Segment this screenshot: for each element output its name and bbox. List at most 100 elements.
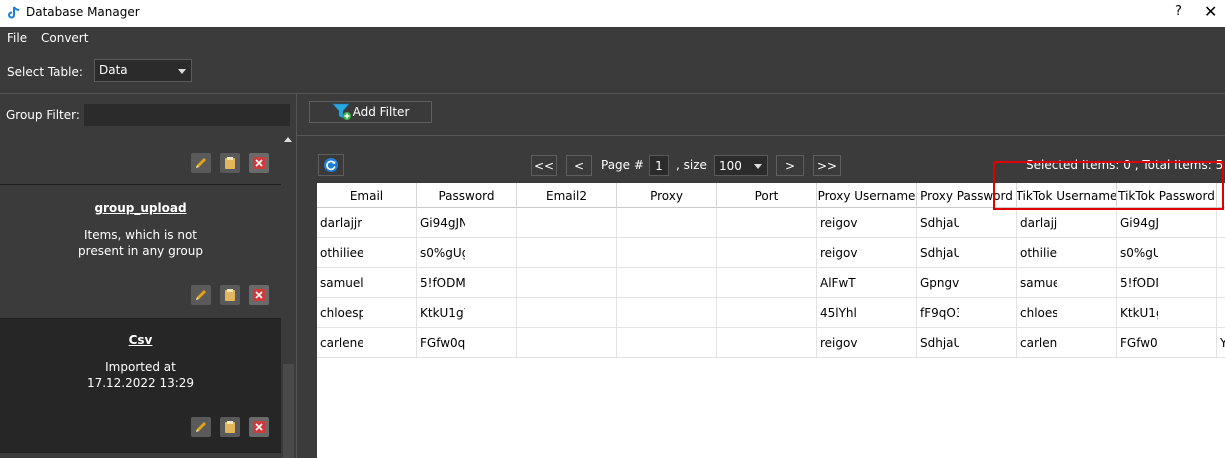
table-cell[interactable] [1217, 208, 1225, 238]
table-row[interactable]: chloesp KtkU1g7 45lYhl fF9qO3 chloes KtkU1g [317, 298, 1225, 328]
column-header[interactable]: Email [317, 183, 417, 208]
group-card-group-upload[interactable]: group_upload Items, which is not present… [0, 185, 281, 319]
clipboard-button[interactable] [220, 417, 240, 437]
menu-convert[interactable]: Convert [41, 31, 88, 45]
first-page-button[interactable]: << [531, 155, 557, 176]
table-cell[interactable] [517, 328, 617, 358]
group-name: group_upload [94, 201, 187, 215]
table-cell[interactable] [717, 328, 817, 358]
table-cell[interactable] [617, 238, 717, 268]
table-cell[interactable]: samuel [317, 268, 417, 298]
panel-divider[interactable] [296, 94, 297, 458]
table-row[interactable]: darlajjr Gi94gJN reigov SdhjaU darlajj Gi94gJ [317, 208, 1225, 238]
table-cell[interactable]: KtkU1g7 [417, 298, 517, 328]
table-cell[interactable] [517, 268, 617, 298]
select-table-dropdown[interactable]: Data [94, 59, 192, 82]
column-header[interactable]: Email2 [517, 183, 617, 208]
table-cell[interactable] [517, 298, 617, 328]
clipboard-button[interactable] [220, 153, 240, 173]
pencil-icon [196, 158, 206, 168]
prev-page-button[interactable]: < [566, 155, 592, 176]
table-cell[interactable]: carlen [1017, 328, 1117, 358]
delete-button[interactable] [249, 417, 269, 437]
group-card[interactable] [0, 134, 281, 185]
table-cell[interactable] [717, 298, 817, 328]
table-cell[interactable] [617, 268, 717, 298]
close-button[interactable]: ✕ [1204, 2, 1217, 21]
table-cell[interactable] [617, 208, 717, 238]
column-header[interactable]: Password [417, 183, 517, 208]
table-cell[interactable]: Gpngvx [917, 268, 1017, 298]
table-cell[interactable]: FGfw0q [417, 328, 517, 358]
add-filter-button[interactable]: Add Filter [309, 101, 432, 123]
page-size-dropdown[interactable]: 100 [714, 155, 768, 176]
table-cell[interactable]: othiliee [1017, 238, 1117, 268]
table-cell[interactable]: reigov [817, 238, 917, 268]
table-cell[interactable]: reigov [817, 208, 917, 238]
cell-value: 5!fODM [1120, 276, 1158, 290]
table-cell[interactable]: samue [1017, 268, 1117, 298]
help-button[interactable]: ? [1175, 4, 1182, 19]
cell-value: chloes [1020, 306, 1057, 320]
menu-bar: File Convert [0, 27, 1225, 49]
table-cell[interactable] [717, 208, 817, 238]
scrollbar-thumb[interactable] [283, 364, 294, 458]
table-cell[interactable]: SdhjaU [917, 208, 1017, 238]
select-table-value: Data [99, 63, 128, 77]
table-row[interactable]: carlene FGfw0q reigov SdhjaU carlen FGfw0 Y [317, 328, 1225, 358]
table-row[interactable]: othiliee s0%gUg reigov SdhjaU othiliee s0%gU [317, 238, 1225, 268]
table-cell[interactable]: AlFwT [817, 268, 917, 298]
column-header[interactable]: Proxy Username [817, 183, 917, 208]
table-cell[interactable]: KtkU1g [1117, 298, 1217, 328]
table-row[interactable]: samuel 5!fODMl AlFwT Gpngvx samue 5!fODM [317, 268, 1225, 298]
refresh-button[interactable] [318, 154, 344, 176]
table-cell[interactable]: Gi94gJ [1117, 208, 1217, 238]
table-cell[interactable] [1217, 268, 1225, 298]
table-cell[interactable]: chloes [1017, 298, 1117, 328]
group-filter-input[interactable] [84, 104, 290, 126]
delete-button[interactable] [249, 285, 269, 305]
cell-value: fF9qO3 [920, 306, 959, 320]
edit-button[interactable] [191, 417, 211, 437]
table-cell[interactable] [517, 238, 617, 268]
group-card-csv[interactable]: Csv Imported at 17.12.2022 13:29 [0, 319, 281, 453]
next-page-button[interactable]: > [776, 155, 804, 176]
menu-file[interactable]: File [7, 31, 27, 45]
table-cell[interactable] [1217, 238, 1225, 268]
table-cell[interactable]: Gi94gJN [417, 208, 517, 238]
table-cell[interactable] [717, 238, 817, 268]
edit-button[interactable] [191, 285, 211, 305]
table-cell[interactable]: 45lYhl [817, 298, 917, 328]
column-header[interactable]: Proxy [617, 183, 717, 208]
clipboard-button[interactable] [220, 285, 240, 305]
table-cell[interactable] [617, 328, 717, 358]
table-cell[interactable]: SdhjaU [917, 238, 1017, 268]
delete-button[interactable] [249, 153, 269, 173]
table-cell[interactable]: SdhjaU [917, 328, 1017, 358]
table-cell[interactable] [617, 298, 717, 328]
table-cell[interactable] [717, 268, 817, 298]
table-cell[interactable] [1217, 298, 1225, 328]
cell-value: SdhjaU [920, 246, 959, 260]
table-cell[interactable]: 5!fODM [1117, 268, 1217, 298]
page-number-input[interactable]: 1 [649, 155, 669, 176]
table-cell[interactable]: Y [1217, 328, 1225, 358]
edit-button[interactable] [191, 153, 211, 173]
table-cell[interactable]: 5!fODMl [417, 268, 517, 298]
table-cell[interactable] [517, 208, 617, 238]
table-cell[interactable]: FGfw0 [1117, 328, 1217, 358]
table-cell[interactable]: chloesp [317, 298, 417, 328]
table-cell[interactable]: s0%gUg [417, 238, 517, 268]
scroll-up-icon[interactable] [284, 137, 292, 142]
table-cell[interactable]: reigov [817, 328, 917, 358]
table-cell[interactable]: othiliee [317, 238, 417, 268]
groups-scrollbar[interactable] [281, 134, 296, 458]
table-cell[interactable]: fF9qO3 [917, 298, 1017, 328]
table-cell[interactable]: darlajjr [317, 208, 417, 238]
table-cell[interactable]: carlene [317, 328, 417, 358]
table-cell[interactable]: darlajj [1017, 208, 1117, 238]
column-header[interactable]: Port [717, 183, 817, 208]
cell-value: samuel [320, 276, 363, 290]
last-page-button[interactable]: >> [813, 155, 841, 176]
table-cell[interactable]: s0%gU [1117, 238, 1217, 268]
